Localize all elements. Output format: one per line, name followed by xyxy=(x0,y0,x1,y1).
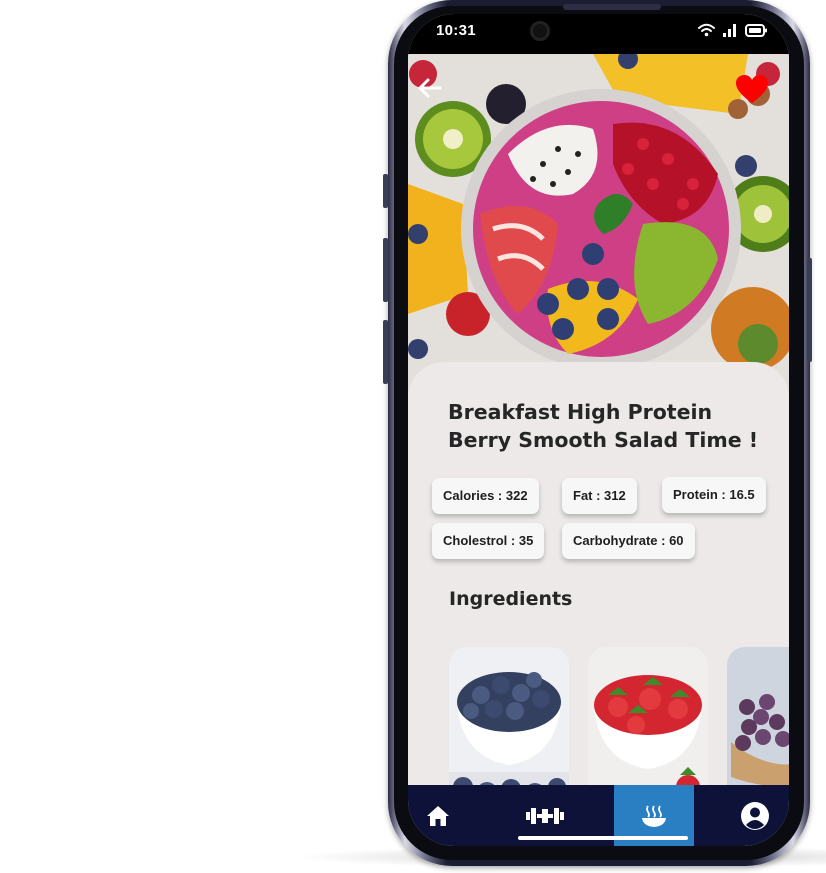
bowl-icon xyxy=(642,805,666,827)
home-indicator xyxy=(518,836,688,840)
nav-profile[interactable] xyxy=(730,785,780,846)
ingredient-card-blueberries[interactable] xyxy=(449,647,569,802)
speaker-grille xyxy=(563,4,661,10)
home-icon xyxy=(427,805,449,826)
protein-chip[interactable]: Protein : 16.5 xyxy=(662,477,766,513)
wifi-icon xyxy=(698,23,715,37)
status-time: 10:31 xyxy=(436,22,476,39)
action-button xyxy=(383,174,388,208)
carbohydrate-chip[interactable]: Carbohydrate : 60 xyxy=(562,523,695,559)
volume-up-button xyxy=(383,238,388,302)
heart-icon[interactable] xyxy=(735,74,769,104)
signal-icon xyxy=(723,24,736,37)
status-bar: 10:31 xyxy=(408,14,789,54)
phone-screen: 10:31 Breakfast High Protein Berry Smoot… xyxy=(408,14,789,846)
cholestrol-chip[interactable]: Cholestrol : 35 xyxy=(432,523,545,559)
recipe-title: Breakfast High Protein Berry Smooth Sala… xyxy=(448,398,768,454)
ingredient-card-strawberries[interactable] xyxy=(588,647,708,802)
fat-chip[interactable]: Fat : 312 xyxy=(562,478,637,514)
battery-icon xyxy=(745,23,767,37)
ingredients-heading: Ingredients xyxy=(449,588,573,610)
volume-down-button xyxy=(383,320,388,384)
power-button xyxy=(807,258,812,362)
recipe-title-line-1: Breakfast High Protein xyxy=(448,400,713,424)
front-camera xyxy=(530,21,550,41)
calories-chip[interactable]: Calories : 322 xyxy=(432,478,539,514)
recipe-title-line-2: Berry Smooth Salad Time ! xyxy=(448,428,759,452)
recipe-detail-sheet: Breakfast High Protein Berry Smooth Sala… xyxy=(408,362,789,802)
dumbbell-icon xyxy=(526,807,564,824)
nav-home[interactable] xyxy=(408,785,468,846)
account-icon xyxy=(741,801,769,830)
back-arrow-icon[interactable] xyxy=(416,74,444,102)
recipe-photo xyxy=(408,54,789,394)
status-icons xyxy=(698,23,767,37)
ingredient-card-grapes[interactable] xyxy=(727,647,789,802)
